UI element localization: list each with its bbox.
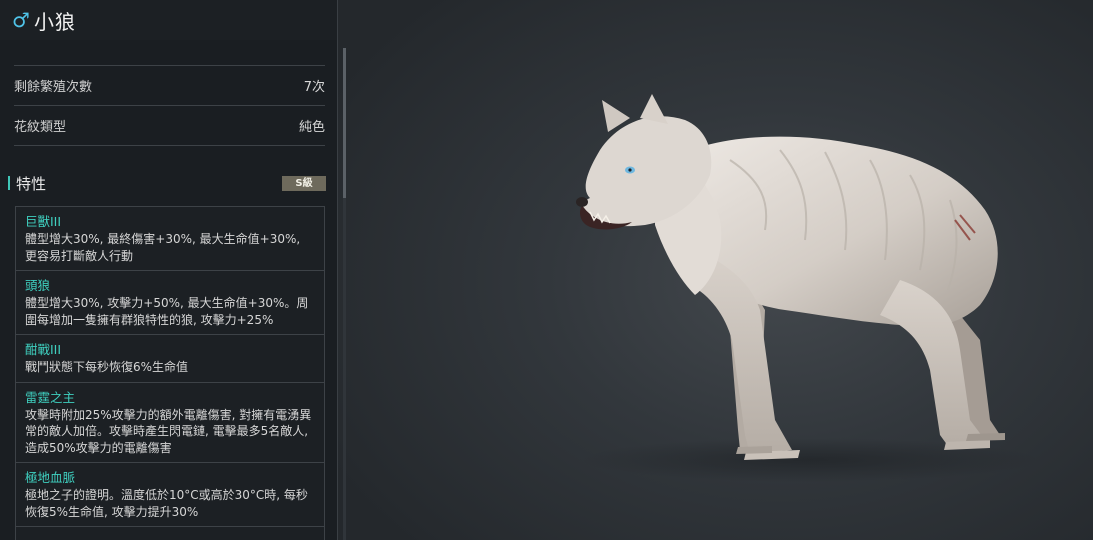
pal-name: 小狼 <box>33 9 76 34</box>
trait-item[interactable]: 巨獸III 體型增大30%, 最終傷害+30%, 最大生命值+30%, 更容易打… <box>16 207 324 271</box>
info-row-pattern: 花紋類型 純色 <box>14 106 325 146</box>
trait-name: 雷霆之主 <box>25 389 76 405</box>
trait-name: 頭狼 <box>25 278 51 293</box>
grade-badge: S級 <box>282 175 326 191</box>
male-icon: ♂ <box>12 8 30 32</box>
trait-item[interactable]: 雷霆之主 攻擊時附加25%攻擊力的額外電離傷害, 對擁有電湧異常的敵人加倍。攻擊… <box>16 383 324 463</box>
trait-desc: 極地之子的證明。溫度低於10°C或高於30°C時, 每秒恢復5%生命值, 攻擊力… <box>25 488 308 519</box>
scrollbar-thumb[interactable] <box>343 48 346 198</box>
panel-scrollbar[interactable] <box>343 48 346 540</box>
traits-list[interactable]: 巨獸III 體型增大30%, 最終傷害+30%, 最大生命值+30%, 更容易打… <box>15 206 325 540</box>
accent-bar <box>8 176 10 190</box>
info-row-breeding: 剩餘繁殖次數 7次 <box>14 66 325 106</box>
trait-desc: 體型增大30%, 最終傷害+30%, 最大生命值+30%, 更容易打斷敵人行動 <box>25 232 301 263</box>
trait-desc: 戰鬥狀態下每秒恢復6%生命值 <box>25 360 189 374</box>
traits-title: 特性 <box>16 174 47 193</box>
trait-item[interactable]: 極地血脈 極地之子的證明。溫度低於10°C或高於30°C時, 每秒恢復5%生命值… <box>16 463 324 527</box>
info-value: 7次 <box>303 80 325 95</box>
trait-name: 酣戰III <box>25 342 62 357</box>
pal-header: ♂ 小狼 <box>0 0 337 40</box>
pal-info-panel: ♂ 小狼 性格 冷靜 剩餘繁殖次數 7次 花紋類型 純色 特性 S級 巨獸III… <box>0 0 338 540</box>
wolf-illustration <box>576 94 1040 482</box>
trait-desc: 攻擊時附加25%攻擊力的額外電離傷害, 對擁有電湧異常的敵人加倍。攻擊時產生閃電… <box>25 407 312 455</box>
trait-name: 極地血脈 <box>25 470 76 485</box>
trait-name: 巨獸III <box>25 214 62 229</box>
traits-title-wrap: 特性 <box>8 173 46 194</box>
info-label: 花紋類型 <box>14 120 67 135</box>
traits-header: 特性 S級 <box>8 172 326 194</box>
wolf-model[interactable] <box>560 90 1040 490</box>
trait-item[interactable]: 酣戰III 戰鬥狀態下每秒恢復6%生命值 <box>16 335 324 383</box>
trait-desc: 體型增大30%, 攻擊力+50%, 最大生命值+30%。周圍每增加一隻擁有群狼特… <box>25 296 309 327</box>
info-label: 剩餘繁殖次數 <box>14 80 93 95</box>
trait-item[interactable]: 頭狼 體型增大30%, 攻擊力+50%, 最大生命值+30%。周圍每增加一隻擁有… <box>16 271 324 335</box>
info-value: 純色 <box>298 120 325 135</box>
